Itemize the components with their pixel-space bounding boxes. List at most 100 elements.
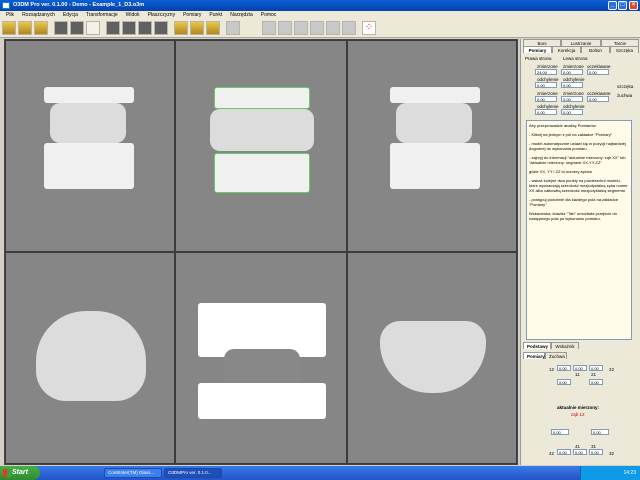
tab-tarcie[interactable]: Tarcie [601, 39, 639, 46]
model-icon[interactable] [226, 21, 240, 35]
tooth-42-label: 42 [549, 451, 555, 456]
upper-base [390, 87, 480, 103]
grid-bottom-2[interactable]: 0.00 [573, 449, 587, 455]
task-o3dm[interactable]: O3DMPro ver. 0.1.0... [164, 468, 222, 478]
grid-mid-3[interactable]: 0.00 [551, 429, 569, 435]
back-view-icon[interactable] [278, 21, 292, 35]
grid-top-2[interactable]: 0.00 [573, 365, 587, 371]
measure-icon[interactable] [174, 21, 188, 35]
grid-bottom-3[interactable]: 0.00 [589, 449, 603, 455]
start-label: Start [12, 469, 28, 476]
open-icon[interactable] [18, 21, 32, 35]
tab-szczeka[interactable]: Szczęka [610, 46, 639, 53]
menu-punkt[interactable]: Punkt [205, 12, 226, 18]
maximize-button[interactable]: □ [618, 1, 627, 10]
field-c3[interactable]: 0.00 [587, 96, 609, 102]
tab-podstawy[interactable]: Podstawy [523, 342, 551, 349]
field-c2[interactable]: 0.00 [561, 96, 583, 102]
tab-pomiary[interactable]: Pomiary [523, 46, 552, 53]
right-view-icon[interactable] [310, 21, 324, 35]
grid-mid-4[interactable]: 0.00 [591, 429, 609, 435]
grid-top-1[interactable]: 0.00 [557, 365, 571, 371]
grid-mid-2[interactable]: 0.00 [589, 379, 603, 385]
menu-bar: Plik Rozsądzanych Edycja Transformacje W… [0, 11, 640, 19]
system-tray: 14:23 [580, 466, 640, 480]
save-icon[interactable] [34, 21, 48, 35]
tab-wskaznik[interactable]: Wskaźnik [551, 342, 579, 349]
start-button[interactable]: Start [0, 466, 40, 480]
menu-pomoc[interactable]: Pomoc [257, 12, 281, 18]
field-d1[interactable]: 0.00 [535, 109, 557, 115]
field-a1[interactable]: 24.00 [535, 69, 557, 75]
tooth-41-label: 41 [575, 444, 581, 449]
field-c1[interactable]: 0.00 [535, 96, 557, 102]
maxilla [36, 311, 146, 401]
view-upper-occlusal[interactable] [5, 252, 175, 464]
front-view-icon[interactable] [262, 21, 276, 35]
task-glass[interactable]: ComEnter(TM) Glass... [104, 468, 162, 478]
clock: 14:23 [623, 470, 636, 476]
instruction-line: - postępuj podobnie dla każdego pola na … [529, 197, 618, 207]
field-a2[interactable]: 0.00 [561, 69, 583, 75]
left-view-icon[interactable] [294, 21, 308, 35]
tab-zuchwa[interactable]: Żuchwa [545, 352, 567, 359]
teeth-left [396, 103, 472, 143]
bottom-view-icon[interactable] [342, 21, 356, 35]
taskbar: Start ComEnter(TM) Glass... O3DMPro ver.… [0, 466, 640, 480]
menu-rozsadzanych[interactable]: Rozsądzanych [18, 12, 59, 18]
grid-mid-1[interactable]: 0.00 [557, 379, 571, 385]
menu-edycja[interactable]: Edycja [59, 12, 82, 18]
grid-icon[interactable] [122, 21, 136, 35]
occlusion-icon[interactable] [190, 21, 204, 35]
dice-icon[interactable]: ⁘ [362, 21, 376, 35]
print-icon[interactable] [154, 21, 168, 35]
tab-lustrzanie[interactable]: Lustrzanie [561, 39, 601, 46]
tooth-22-label: 22 [609, 367, 615, 372]
view-right-side[interactable] [5, 40, 175, 252]
arc-icon[interactable] [86, 21, 100, 35]
teeth-icon[interactable] [206, 21, 220, 35]
menu-widok[interactable]: Widok [122, 12, 144, 18]
toolbar: ⁘ [0, 19, 640, 38]
menu-pomiary[interactable]: Pomiary [179, 12, 205, 18]
close-button[interactable]: × [629, 1, 638, 10]
menu-transformacje[interactable]: Transformacje [82, 12, 122, 18]
field-b1[interactable]: 0.00 [535, 82, 557, 88]
view-lower-occlusal[interactable] [347, 252, 517, 464]
rotate-icon[interactable] [70, 21, 84, 35]
minimize-button[interactable]: _ [608, 1, 617, 10]
menu-plaszczyzny[interactable]: Płaszczyzny [144, 12, 180, 18]
instruction-line: - wskaż kolejne dwa punkty na powierzchn… [529, 178, 628, 193]
szczeka-label: szczęka [617, 84, 634, 89]
grid-bottom-1[interactable]: 0.00 [557, 449, 571, 455]
field-d2[interactable]: 0.00 [561, 109, 583, 115]
app-icon [2, 2, 10, 9]
new-icon[interactable] [2, 21, 16, 35]
instruction-line: - zajrzyj do informacji "aktualnie mierz… [529, 155, 626, 165]
menu-narzedzia[interactable]: Narzędzia [226, 12, 257, 18]
zuchwa-label: żuchwa [617, 93, 633, 98]
upper-base [214, 87, 310, 109]
tab-bolton[interactable]: Bolton [581, 46, 610, 53]
layout-icon[interactable] [106, 21, 120, 35]
view-left-side[interactable] [347, 40, 517, 252]
tab-boni[interactable]: Boni [523, 39, 561, 46]
tab-korekcja[interactable]: Korekcja [552, 46, 581, 53]
view-icon[interactable] [54, 21, 68, 35]
mandible [380, 321, 486, 393]
top-view-icon[interactable] [326, 21, 340, 35]
grid-top-3[interactable]: 0.00 [589, 365, 603, 371]
tooth-11-label: 11 [575, 372, 580, 377]
teeth-front [210, 109, 314, 151]
tooth-21-label: 21 [591, 372, 597, 377]
model-viewport[interactable] [4, 39, 518, 465]
sub-tab-row: Pomiary Żuchwa [523, 352, 639, 359]
field-a3[interactable]: 0.00 [587, 69, 609, 75]
tab-pomiary-sub[interactable]: Pomiary [523, 352, 545, 359]
save-view-icon[interactable] [138, 21, 152, 35]
menu-plik[interactable]: Plik [2, 12, 18, 18]
field-b2[interactable]: 0.00 [561, 82, 583, 88]
bottom-tab-row: Podstawy Wskaźnik [523, 342, 639, 349]
view-front[interactable] [175, 40, 347, 252]
view-back[interactable] [175, 252, 347, 464]
